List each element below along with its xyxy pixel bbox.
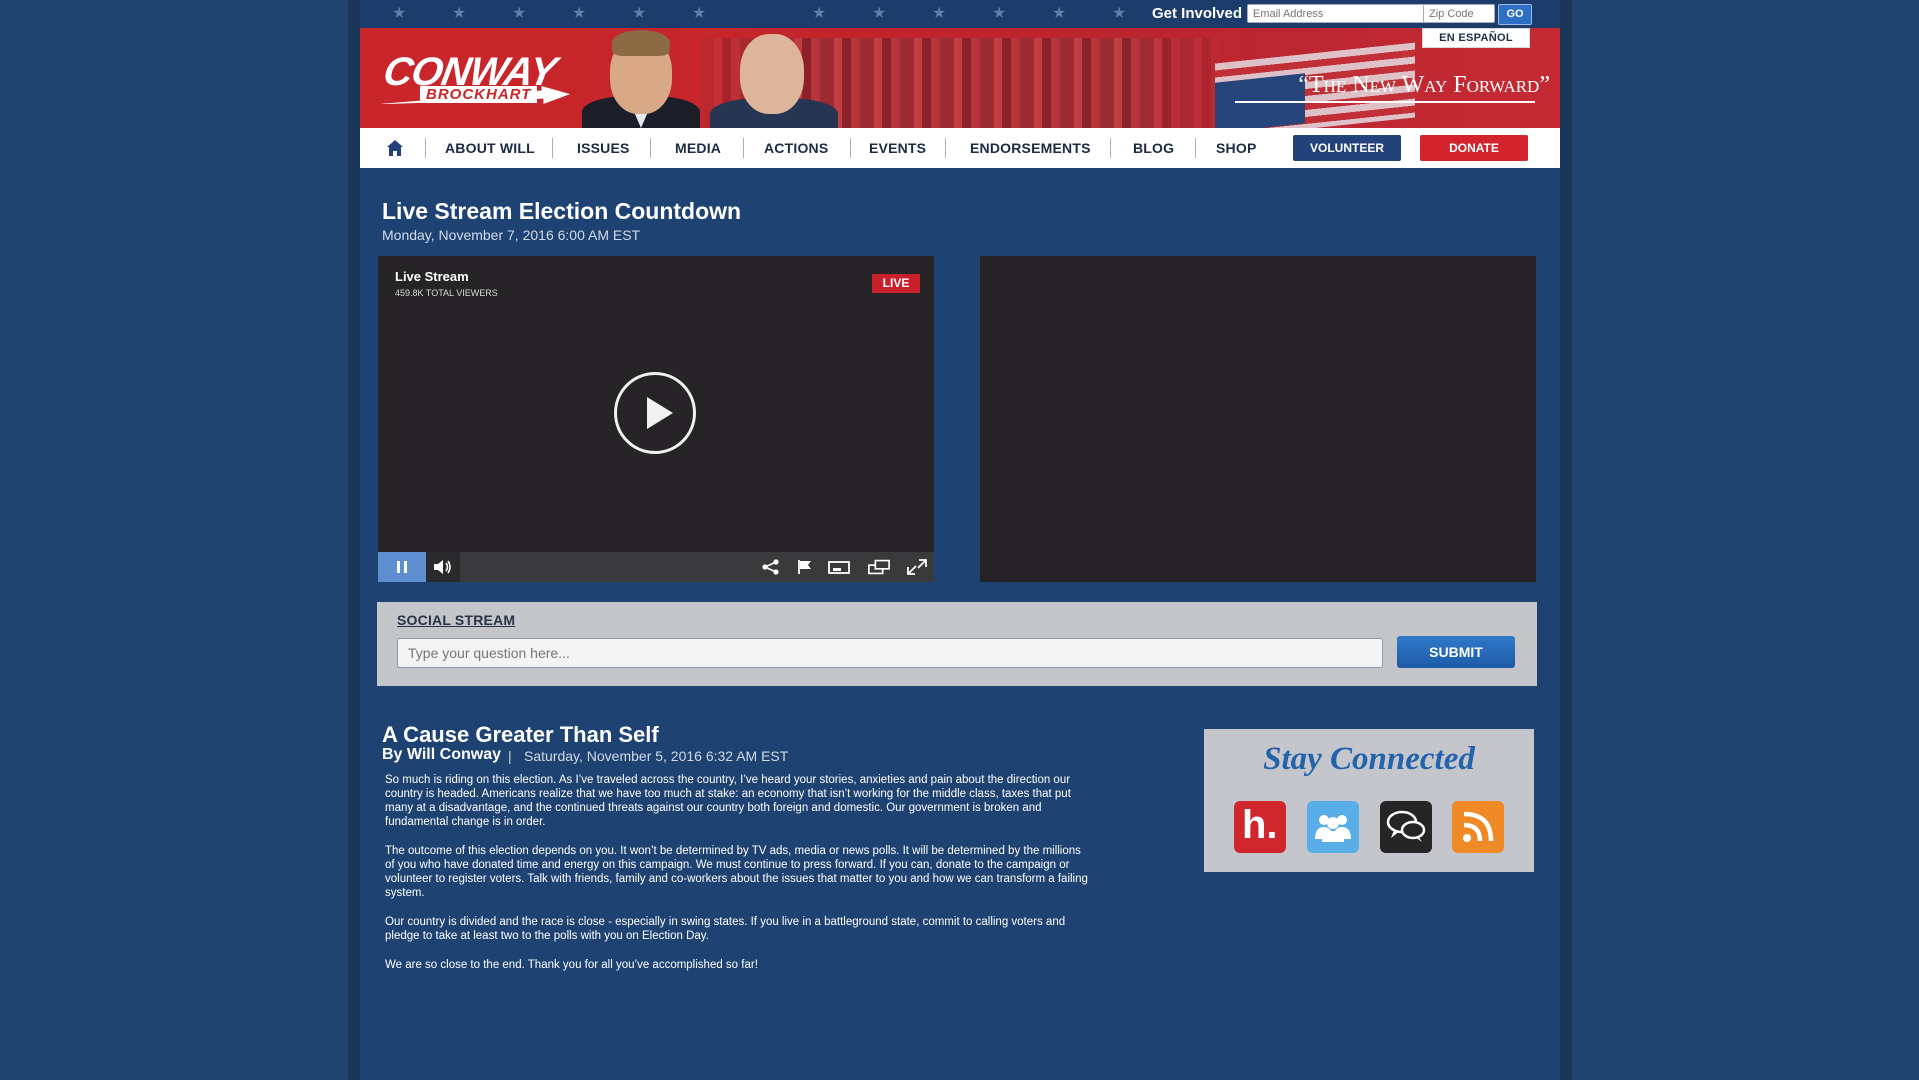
nav-divider bbox=[1110, 138, 1111, 158]
candidate-hair bbox=[612, 30, 670, 56]
nav-divider bbox=[945, 138, 946, 158]
nav-item-actions[interactable]: ACTIONS bbox=[764, 140, 828, 156]
live-badge: LIVE bbox=[872, 274, 920, 293]
nav-divider bbox=[1195, 138, 1196, 158]
tagline-underline bbox=[1235, 101, 1535, 103]
nav-item-endorsements[interactable]: ENDORSEMENTS bbox=[970, 140, 1091, 156]
star-icon: ★ bbox=[692, 5, 707, 22]
video-controls bbox=[378, 552, 934, 582]
secondary-video-panel[interactable] bbox=[980, 256, 1536, 582]
pause-icon bbox=[397, 561, 407, 573]
video-title: Live Stream bbox=[395, 269, 469, 284]
nav-item-events[interactable]: EVENTS bbox=[869, 140, 926, 156]
page-gutter-right bbox=[1560, 0, 1572, 1080]
email-input[interactable] bbox=[1247, 4, 1427, 23]
running-mate-head bbox=[740, 34, 804, 114]
nav-divider bbox=[425, 138, 426, 158]
submit-button[interactable]: SUBMIT bbox=[1397, 636, 1515, 668]
tagline: “The New Way Forward” bbox=[1298, 72, 1550, 98]
nav-divider bbox=[743, 138, 744, 158]
post-paragraph: The outcome of this election depends on … bbox=[385, 845, 1088, 899]
stay-connected-title: Stay Connected bbox=[1263, 741, 1475, 777]
volume-button[interactable] bbox=[426, 552, 460, 582]
pause-button[interactable] bbox=[378, 552, 426, 582]
page-gutter-left bbox=[348, 0, 360, 1080]
star-icon: ★ bbox=[812, 5, 827, 22]
star-icon: ★ bbox=[632, 5, 647, 22]
top-bar: ★ ★ ★ ★ ★ ★ ★ ★ ★ ★ ★ ★ Get Involved GO bbox=[360, 0, 1560, 28]
social-stream-title: SOCIAL STREAM bbox=[397, 612, 516, 628]
post-paragraph: Our country is divided and the race is c… bbox=[385, 916, 1066, 942]
star-icon: ★ bbox=[872, 5, 887, 22]
nav-item-about-will[interactable]: ABOUT WILL bbox=[445, 140, 535, 156]
post-author: By Will Conway bbox=[382, 746, 501, 763]
nav-item-media[interactable]: MEDIA bbox=[675, 140, 721, 156]
post-separator: | bbox=[508, 748, 512, 764]
hangout-icon[interactable]: h. bbox=[1234, 801, 1286, 853]
donate-button[interactable]: DONATE bbox=[1420, 135, 1528, 161]
theater-mode-icon[interactable] bbox=[828, 559, 850, 575]
share-icon[interactable] bbox=[760, 559, 782, 575]
chat-bubbles-glyph bbox=[1386, 810, 1426, 842]
hero-banner: CONWAY BROCKHART “The New Way Forward” bbox=[360, 28, 1560, 128]
question-input[interactable] bbox=[397, 638, 1383, 668]
chat-icon[interactable] bbox=[1380, 801, 1432, 853]
post-body: So much is riding on this election. As I… bbox=[385, 773, 1090, 987]
post-date: Saturday, November 5, 2016 6:32 AM EST bbox=[524, 748, 789, 764]
rss-icon[interactable] bbox=[1452, 801, 1504, 853]
star-icon: ★ bbox=[572, 5, 587, 22]
post-title: A Cause Greater Than Self bbox=[382, 722, 659, 747]
hangout-letter: h. bbox=[1242, 803, 1278, 847]
nav-item-shop[interactable]: SHOP bbox=[1216, 140, 1256, 156]
page-title: Live Stream Election Countdown bbox=[382, 198, 742, 224]
video-player[interactable]: Live Stream 459.8K TOTAL VIEWERS LIVE bbox=[378, 256, 934, 582]
popout-icon[interactable] bbox=[868, 559, 890, 575]
star-icon: ★ bbox=[452, 5, 467, 22]
post-paragraph: We are so close to the end. Thank you fo… bbox=[385, 959, 758, 971]
star-icon: ★ bbox=[392, 5, 407, 22]
viewer-count: 459.8K TOTAL VIEWERS bbox=[395, 288, 498, 298]
star-icon: ★ bbox=[932, 5, 947, 22]
star-icon: ★ bbox=[512, 5, 527, 22]
get-involved-label: Get Involved bbox=[1152, 5, 1243, 22]
logo-brockhart[interactable]: BROCKHART bbox=[420, 86, 538, 103]
go-button[interactable]: GO bbox=[1498, 4, 1532, 25]
event-date: Monday, November 7, 2016 6:00 AM EST bbox=[382, 227, 641, 243]
zip-code-input[interactable] bbox=[1423, 4, 1495, 23]
star-icon: ★ bbox=[1112, 5, 1127, 22]
flag-icon[interactable] bbox=[794, 559, 816, 575]
volunteer-button[interactable]: VOLUNTEER bbox=[1293, 135, 1401, 161]
star-icon: ★ bbox=[1052, 5, 1067, 22]
nav-divider bbox=[850, 138, 851, 158]
page-container: ★ ★ ★ ★ ★ ★ ★ ★ ★ ★ ★ ★ Get Involved GO … bbox=[360, 0, 1560, 1080]
nav-divider bbox=[552, 138, 553, 158]
nav-divider bbox=[650, 138, 651, 158]
community-icon[interactable] bbox=[1307, 801, 1359, 853]
star-icon: ★ bbox=[992, 5, 1007, 22]
nav-item-blog[interactable]: BLOG bbox=[1133, 140, 1174, 156]
people-glyph bbox=[1315, 815, 1351, 842]
post-paragraph: So much is riding on this election. As I… bbox=[385, 774, 1071, 828]
en-espanol-button[interactable]: EN ESPAÑOL bbox=[1422, 28, 1530, 48]
main-nav: ABOUT WILL ISSUES MEDIA ACTIONS EVENTS E… bbox=[360, 128, 1560, 168]
social-stream-panel: SOCIAL STREAM SUBMIT bbox=[377, 602, 1537, 686]
rss-glyph bbox=[1463, 811, 1494, 842]
play-button[interactable] bbox=[614, 372, 696, 454]
nav-item-issues[interactable]: ISSUES bbox=[577, 140, 630, 156]
fullscreen-icon[interactable] bbox=[906, 559, 928, 575]
speaker-icon bbox=[434, 560, 451, 574]
home-icon[interactable] bbox=[386, 139, 404, 157]
stay-connected-panel: Stay Connected h. bbox=[1204, 729, 1534, 872]
